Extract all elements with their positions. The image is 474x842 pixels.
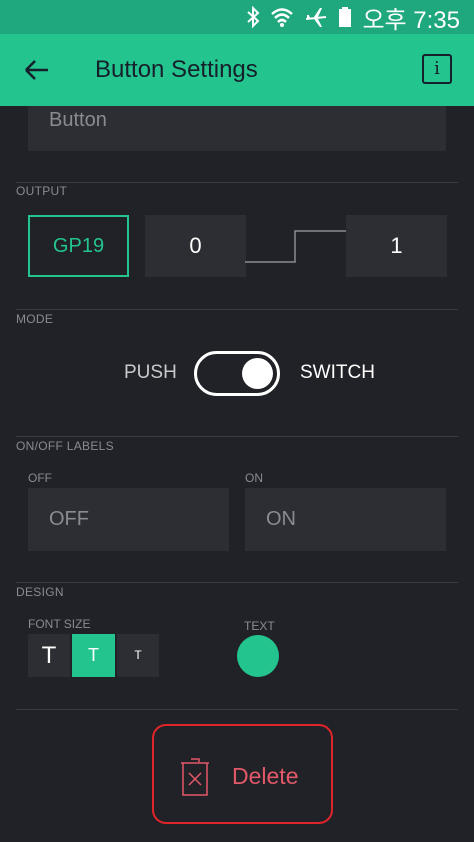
text-color-picker[interactable] — [237, 635, 279, 677]
divider — [16, 182, 458, 183]
font-size-small-button[interactable]: T — [117, 634, 159, 677]
toggle-knob — [242, 358, 273, 389]
mode-section-label: MODE — [16, 312, 54, 326]
font-size-label: FONT SIZE — [28, 617, 91, 631]
output-section-label: OUTPUT — [16, 184, 68, 198]
low-value-input[interactable]: 0 — [145, 215, 246, 277]
page-title: Button Settings — [95, 56, 258, 83]
trash-icon — [180, 757, 210, 797]
delete-button[interactable]: Delete — [152, 724, 333, 824]
divider — [16, 582, 458, 583]
off-label-input[interactable]: OFF — [28, 488, 229, 551]
app-bar: Button Settings i — [0, 34, 474, 106]
text-color-label: TEXT — [244, 619, 275, 633]
high-value-input[interactable]: 1 — [346, 215, 447, 277]
off-label-value: OFF — [49, 508, 89, 530]
mode-toggle[interactable] — [194, 351, 280, 396]
off-field-label: OFF — [28, 471, 52, 485]
mode-switch-label: SWITCH — [300, 362, 375, 383]
back-arrow-icon[interactable] — [22, 54, 54, 86]
name-input[interactable]: Button — [28, 106, 446, 151]
delete-label: Delete — [232, 763, 299, 789]
status-icons: 오후 7:35 — [246, 0, 460, 34]
status-bar: 오후 7:35 — [0, 0, 474, 34]
onoff-section-label: ON/OFF LABELS — [16, 439, 114, 453]
airplane-icon — [304, 6, 328, 28]
design-section-label: DESIGN — [16, 585, 64, 599]
battery-icon — [338, 6, 352, 28]
step-line-icon — [245, 230, 346, 263]
bluetooth-icon — [246, 6, 260, 28]
on-label-value: ON — [266, 508, 296, 530]
mode-push-label: PUSH — [124, 362, 177, 383]
status-time: 오후 7:35 — [362, 6, 460, 34]
on-label-input[interactable]: ON — [245, 488, 446, 551]
divider — [16, 309, 458, 310]
divider — [16, 709, 458, 710]
pin-selector-button[interactable]: GP19 — [28, 215, 129, 277]
on-field-label: ON — [245, 471, 263, 485]
font-size-medium-button[interactable]: T — [72, 634, 115, 677]
font-size-large-button[interactable]: T — [28, 634, 70, 677]
wifi-icon — [270, 6, 294, 28]
name-value: Button — [49, 109, 107, 131]
divider — [16, 436, 458, 437]
info-icon[interactable]: i — [422, 54, 452, 84]
